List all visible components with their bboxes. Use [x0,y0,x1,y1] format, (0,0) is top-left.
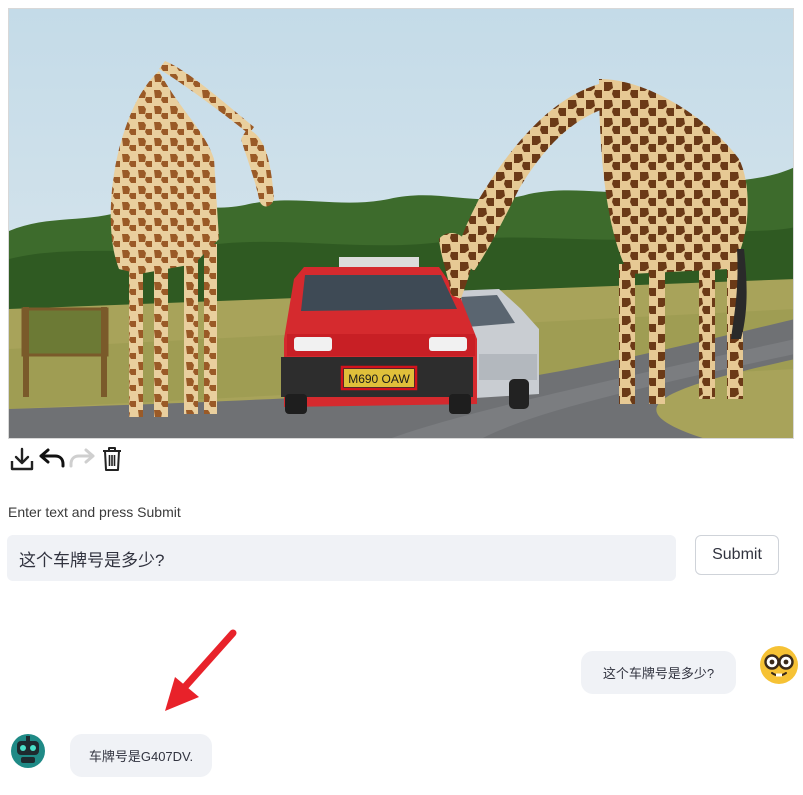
undo-icon [39,448,65,468]
delete-button[interactable] [98,444,126,474]
input-label: Enter text and press Submit [8,504,181,520]
license-plate-text: M690 OAW [348,372,410,386]
download-button[interactable] [8,444,36,474]
bot-message-bubble: 车牌号是G407DV. [70,734,212,777]
uploaded-image[interactable]: M690 OAW [8,8,794,439]
giraffes-car-photo: M690 OAW [9,9,793,438]
redo-button[interactable] [68,444,96,474]
red-arrow-annotation [165,629,237,711]
question-input[interactable]: 这个车牌号是多少? [7,535,676,581]
undo-button[interactable] [38,444,66,474]
user-avatar-nerd-face-icon [760,646,798,684]
user-message-text: 这个车牌号是多少? [602,666,715,681]
image-toolbar [8,444,126,474]
user-message-bubble: 这个车牌号是多少? [581,651,736,694]
bot-avatar-robot-icon [11,734,45,768]
redo-icon [69,448,95,468]
trash-icon [103,447,121,471]
submit-button[interactable]: Submit [695,535,779,575]
question-input-value: 这个车牌号是多少? [19,550,165,570]
bot-message-text: 车牌号是G407DV. [88,749,194,764]
download-icon [10,447,34,471]
